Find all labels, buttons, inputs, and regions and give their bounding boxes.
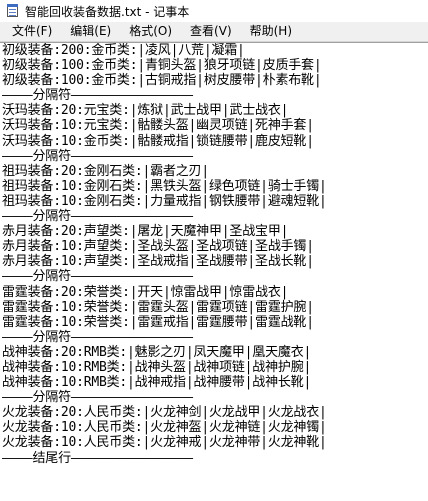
text-line: 雷霆装备:20:荣誉类:|开天|惊雷战甲|惊雷战衣| <box>2 284 289 300</box>
menu-view[interactable]: 查看(V) <box>181 22 241 41</box>
menu-help[interactable]: 帮助(H) <box>241 22 301 41</box>
text-line: 战神装备:10:RMB类:|战神头盔|战神项链|战神护腕| <box>2 359 312 375</box>
text-line: 沃玛装备:10:金币类:|骷髅戒指|锁链腰带|鹿皮短靴| <box>2 133 314 149</box>
notepad-window: 智能回收装备数据.txt - 记事本 文件(F) 编辑(E) 格式(O) 查看(… <box>0 0 428 501</box>
text-line: 赤月装备:10:声望类:|圣战戒指|圣战腰带|圣战长靴| <box>2 254 314 270</box>
text-line: 赤月装备:10:声望类:|圣战头盔|圣战项链|圣战手镯| <box>2 239 314 255</box>
title-bar[interactable]: 智能回收装备数据.txt - 记事本 <box>0 0 428 22</box>
text-line: ————结尾行———————————————— <box>2 450 193 466</box>
menu-file[interactable]: 文件(F) <box>0 22 61 41</box>
text-line: 战神装备:20:RMB类:|魅影之刃|凤天魔甲|凰天魔衣| <box>2 344 312 360</box>
text-line: 初级装备:100:金币类:|青铜头盔|狼牙项链|皮质手套| <box>2 58 322 74</box>
text-line: ————分隔符———————————————— <box>2 329 193 345</box>
text-line: ————分隔符———————————————— <box>2 88 193 104</box>
text-line: 初级装备:200:金币类:|凌风|八荒|凝霜| <box>2 43 245 58</box>
text-content: 初级装备:200:金币类:|凌风|八荒|凝霜| 初级装备:100:金币类:|青铜头… <box>0 43 327 466</box>
text-line: 火龙装备:10:人民币类:|火龙神戒|火龙神带|火龙神靴| <box>2 435 327 451</box>
text-line: 沃玛装备:10:元宝类:|骷髅头盔|幽灵项链|死神手套| <box>2 118 314 134</box>
text-line: 雷霆装备:10:荣誉类:|雷霆头盔|雷霆项链|雷霆护腕| <box>2 299 314 315</box>
text-line: 赤月装备:20:声望类:|屠龙|天魔神甲|圣战宝甲| <box>2 224 289 240</box>
text-line: 祖玛装备:10:金刚石类:|黑铁头盔|绿色项链|骑士手镯| <box>2 178 327 194</box>
text-line: 战神装备:10:RMB类:|战神戒指|战神腰带|战神长靴| <box>2 375 312 391</box>
text-line: 初级装备:100:金币类:|古铜戒指|树皮腰带|朴素布靴| <box>2 73 322 89</box>
text-line: 祖玛装备:10:金刚石类:|力量戒指|钢铁腰带|避魂短靴| <box>2 193 327 209</box>
text-line: 火龙装备:10:人民币类:|火龙神盔|火龙神链|火龙神镯| <box>2 420 327 436</box>
menu-format[interactable]: 格式(O) <box>120 22 181 41</box>
text-line: ————分隔符———————————————— <box>2 209 193 225</box>
text-line: 雷霆装备:10:荣誉类:|雷霆戒指|雷霆腰带|雷霆战靴| <box>2 314 314 330</box>
menu-edit[interactable]: 编辑(E) <box>61 22 120 41</box>
window-title: 智能回收装备数据.txt - 记事本 <box>25 4 190 19</box>
text-line: ————分隔符———————————————— <box>2 269 193 285</box>
text-editor[interactable]: 初级装备:200:金币类:|凌风|八荒|凝霜| 初级装备:100:金币类:|青铜头… <box>0 42 428 501</box>
notepad-icon <box>6 4 20 18</box>
text-line: 火龙装备:20:人民币类:|火龙神剑|火龙战甲|火龙战衣| <box>2 405 327 421</box>
text-line: 祖玛装备:20:金刚石类:|霸者之刃| <box>2 163 209 179</box>
text-line: ————分隔符———————————————— <box>2 148 193 164</box>
text-line: ————分隔符———————————————— <box>2 390 193 406</box>
text-line: 沃玛装备:20:元宝类:|炼狱|武士战甲|武士战衣| <box>2 103 289 119</box>
menu-bar: 文件(F) 编辑(E) 格式(O) 查看(V) 帮助(H) <box>0 22 428 42</box>
